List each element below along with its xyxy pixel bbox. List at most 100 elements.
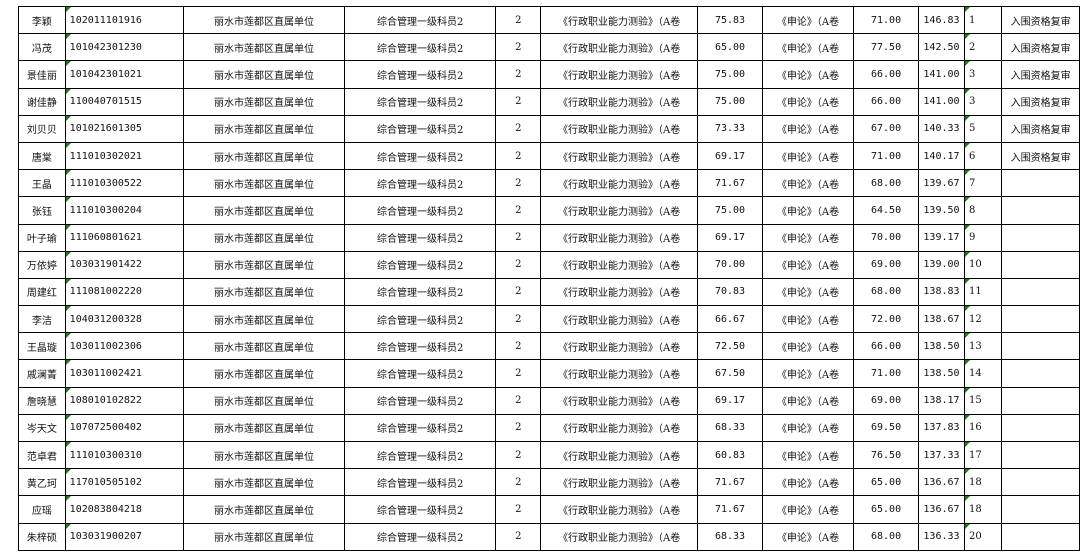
cell-note[interactable] (1001, 250, 1080, 279)
cell-subject-2[interactable]: 《申论》（A卷 (761, 141, 855, 171)
cell-position[interactable]: 综合管理一级科员2 (343, 60, 497, 89)
cell-unit[interactable]: 丽水市莲都区直属单位 (183, 495, 345, 524)
cell-quota[interactable]: 2 (495, 522, 542, 551)
cell-score-1[interactable]: 71.67 (697, 468, 763, 497)
cell-rank[interactable]: 6 (963, 141, 1003, 171)
cell-score-1[interactable]: 69.17 (697, 223, 763, 252)
cell-exam-id[interactable]: 101042301021 (64, 60, 185, 89)
cell-quota[interactable]: 2 (495, 5, 542, 35)
cell-score-1[interactable]: 65.00 (697, 33, 763, 62)
cell-quota[interactable]: 2 (495, 223, 542, 252)
cell-exam-id[interactable]: 102011101916 (64, 5, 185, 35)
cell-score-2[interactable]: 76.50 (853, 440, 919, 470)
cell-exam-id[interactable]: 103011002421 (64, 359, 185, 388)
cell-subject-2[interactable]: 《申论》（A卷 (761, 468, 855, 497)
cell-note[interactable] (1001, 223, 1080, 252)
cell-note[interactable] (1001, 359, 1080, 388)
cell-name[interactable]: 周建红 (18, 277, 66, 307)
cell-rank[interactable]: 2 (963, 33, 1003, 62)
cell-note[interactable] (1001, 305, 1080, 334)
cell-position[interactable]: 综合管理一级科员2 (343, 468, 497, 497)
cell-subject-1[interactable]: 《行政职业能力测验》（A卷 (540, 169, 699, 198)
cell-score-1[interactable]: 75.00 (697, 60, 763, 89)
cell-name[interactable]: 范卓君 (18, 440, 66, 470)
cell-score-1[interactable]: 67.50 (697, 359, 763, 388)
cell-subject-2[interactable]: 《申论》（A卷 (761, 169, 855, 198)
cell-rank[interactable]: 16 (963, 413, 1003, 443)
cell-name[interactable]: 刘贝贝 (18, 114, 66, 143)
cell-subject-1[interactable]: 《行政职业能力测验》（A卷 (540, 5, 699, 35)
cell-quota[interactable]: 2 (495, 468, 542, 497)
cell-unit[interactable]: 丽水市莲都区直属单位 (183, 60, 345, 89)
cell-position[interactable]: 综合管理一级科员2 (343, 141, 497, 171)
cell-score-2[interactable]: 65.00 (853, 468, 919, 497)
cell-score-2[interactable]: 69.00 (853, 386, 919, 415)
cell-subject-2[interactable]: 《申论》（A卷 (761, 250, 855, 279)
cell-total[interactable]: 139.17 (918, 223, 965, 252)
cell-name[interactable]: 王晶 (18, 169, 66, 198)
cell-score-1[interactable]: 71.67 (697, 495, 763, 524)
cell-subject-1[interactable]: 《行政职业能力测验》（A卷 (540, 413, 699, 443)
cell-unit[interactable]: 丽水市莲都区直属单位 (183, 413, 345, 443)
cell-rank[interactable]: 5 (963, 114, 1003, 143)
cell-total[interactable]: 138.50 (918, 359, 965, 388)
cell-exam-id[interactable]: 103011002306 (64, 332, 185, 361)
cell-total[interactable]: 138.83 (918, 277, 965, 307)
cell-rank[interactable]: 18 (963, 495, 1003, 524)
cell-position[interactable]: 综合管理一级科员2 (343, 169, 497, 198)
cell-rank[interactable]: 10 (963, 250, 1003, 279)
cell-name[interactable]: 景佳丽 (18, 60, 66, 89)
cell-subject-1[interactable]: 《行政职业能力测验》（A卷 (540, 250, 699, 279)
cell-subject-2[interactable]: 《申论》（A卷 (761, 33, 855, 62)
cell-unit[interactable]: 丽水市莲都区直属单位 (183, 33, 345, 62)
cell-rank[interactable]: 18 (963, 468, 1003, 497)
cell-score-2[interactable]: 66.00 (853, 332, 919, 361)
cell-exam-id[interactable]: 111081002220 (64, 277, 185, 307)
cell-unit[interactable]: 丽水市莲都区直属单位 (183, 359, 345, 388)
cell-name[interactable]: 李洁 (18, 305, 66, 334)
cell-quota[interactable]: 2 (495, 33, 542, 62)
cell-unit[interactable]: 丽水市莲都区直属单位 (183, 5, 345, 35)
cell-subject-2[interactable]: 《申论》（A卷 (761, 277, 855, 307)
cell-score-2[interactable]: 69.50 (853, 413, 919, 443)
cell-exam-id[interactable]: 102083804218 (64, 495, 185, 524)
cell-note[interactable] (1001, 386, 1080, 415)
cell-position[interactable]: 综合管理一级科员2 (343, 277, 497, 307)
cell-total[interactable]: 139.67 (918, 169, 965, 198)
cell-score-2[interactable]: 65.00 (853, 495, 919, 524)
cell-total[interactable]: 138.17 (918, 386, 965, 415)
cell-quota[interactable]: 2 (495, 277, 542, 307)
cell-unit[interactable]: 丽水市莲都区直属单位 (183, 250, 345, 279)
cell-total[interactable]: 138.67 (918, 305, 965, 334)
cell-quota[interactable]: 2 (495, 440, 542, 470)
cell-score-2[interactable]: 69.00 (853, 250, 919, 279)
cell-rank[interactable]: 3 (963, 60, 1003, 89)
cell-name[interactable]: 戚澜菁 (18, 359, 66, 388)
cell-rank[interactable]: 1 (963, 5, 1003, 35)
cell-name[interactable]: 黄乙珂 (18, 468, 66, 497)
cell-rank[interactable]: 13 (963, 332, 1003, 361)
cell-total[interactable]: 136.67 (918, 495, 965, 524)
cell-quota[interactable]: 2 (495, 169, 542, 198)
cell-name[interactable]: 万依婷 (18, 250, 66, 279)
cell-score-2[interactable]: 70.00 (853, 223, 919, 252)
cell-rank[interactable]: 17 (963, 440, 1003, 470)
cell-position[interactable]: 综合管理一级科员2 (343, 522, 497, 551)
cell-score-2[interactable]: 77.50 (853, 33, 919, 62)
cell-unit[interactable]: 丽水市莲都区直属单位 (183, 169, 345, 198)
cell-exam-id[interactable]: 108010102822 (64, 386, 185, 415)
cell-name[interactable]: 冯茂 (18, 33, 66, 62)
cell-exam-id[interactable]: 111010300310 (64, 440, 185, 470)
cell-note[interactable]: 入围资格复审 (1001, 33, 1080, 62)
cell-score-1[interactable]: 60.83 (697, 440, 763, 470)
cell-exam-id[interactable]: 101021601305 (64, 114, 185, 143)
cell-total[interactable]: 137.83 (918, 413, 965, 443)
cell-exam-id[interactable]: 117010505102 (64, 468, 185, 497)
cell-unit[interactable]: 丽水市莲都区直属单位 (183, 223, 345, 252)
cell-subject-1[interactable]: 《行政职业能力测验》（A卷 (540, 114, 699, 143)
cell-total[interactable]: 139.50 (918, 196, 965, 225)
cell-subject-2[interactable]: 《申论》（A卷 (761, 305, 855, 334)
cell-subject-2[interactable]: 《申论》（A卷 (761, 332, 855, 361)
cell-score-1[interactable]: 66.67 (697, 305, 763, 334)
cell-subject-2[interactable]: 《申论》（A卷 (761, 359, 855, 388)
